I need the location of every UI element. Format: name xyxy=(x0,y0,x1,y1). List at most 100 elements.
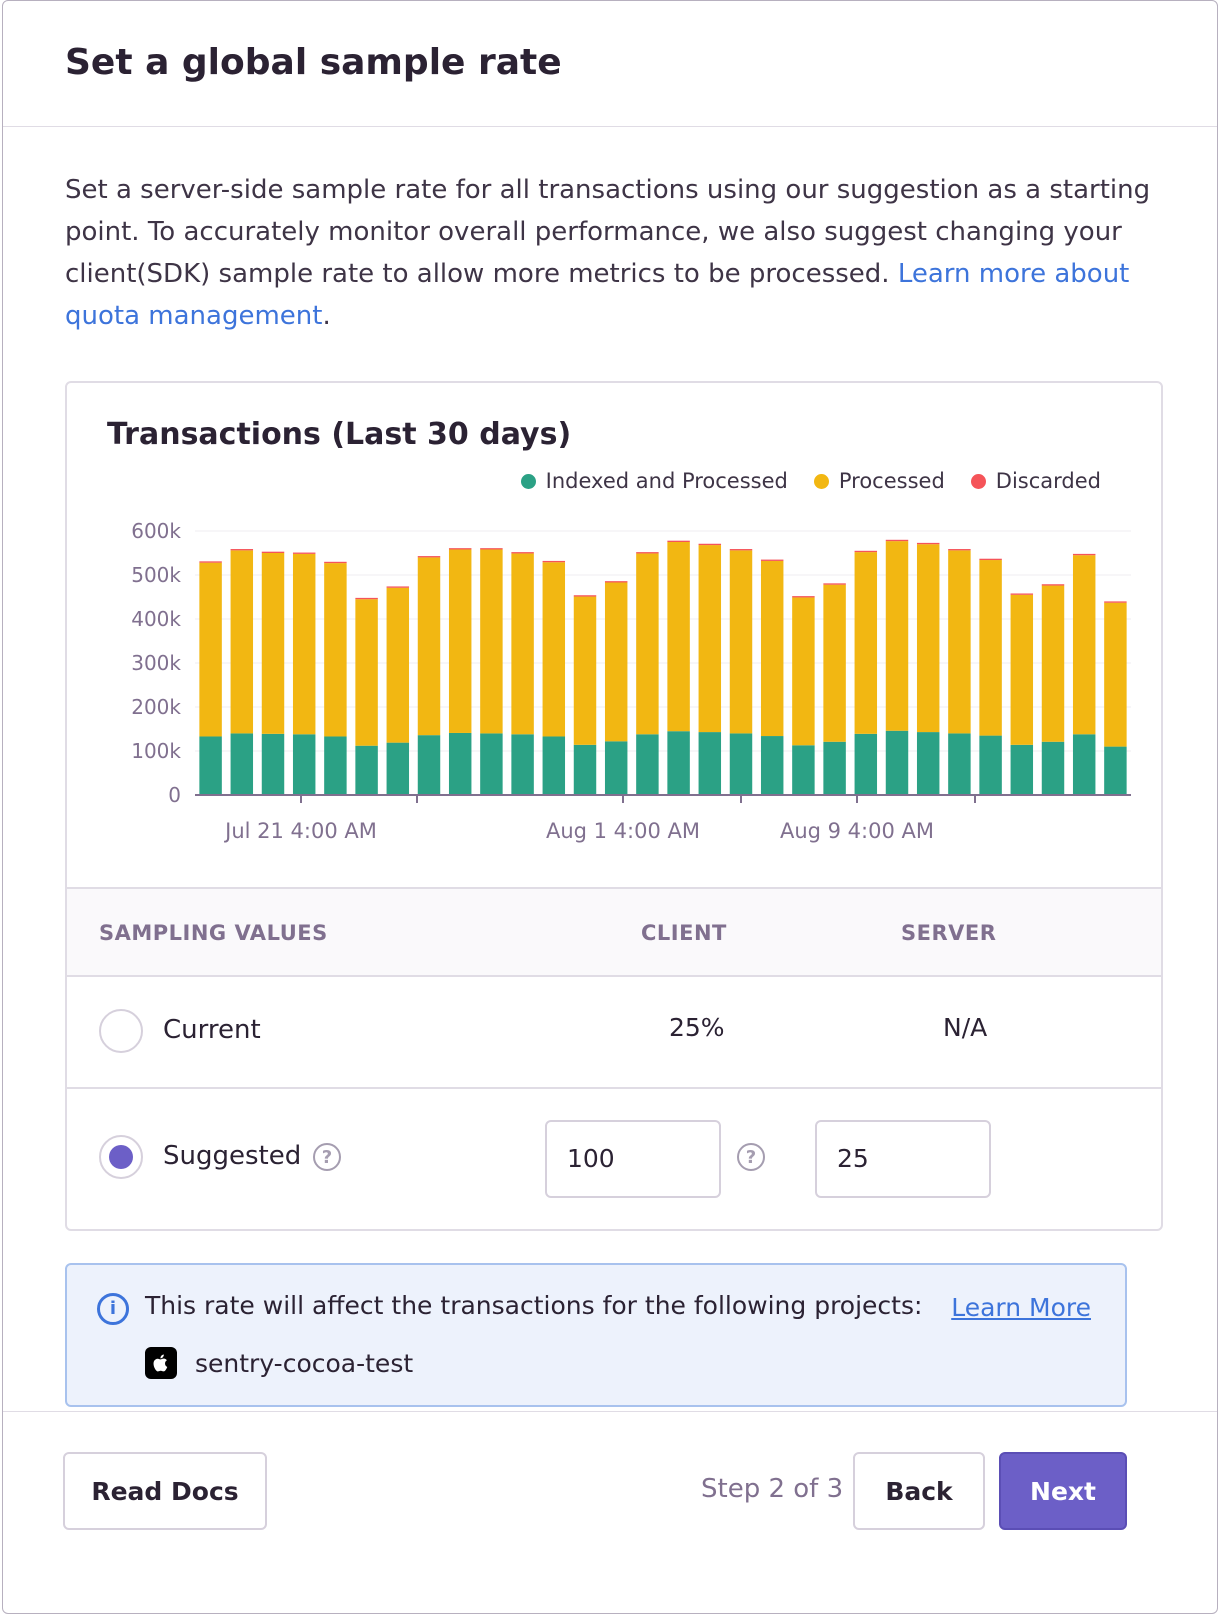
bar-discarded[interactable] xyxy=(511,552,534,554)
bar-indexed-and-processed[interactable] xyxy=(480,733,503,795)
bar-discarded[interactable] xyxy=(261,551,285,553)
bar-processed[interactable] xyxy=(386,587,410,743)
bar-indexed-and-processed[interactable] xyxy=(230,733,254,795)
server-rate-input[interactable]: 25 xyxy=(815,1120,991,1198)
client-help-icon[interactable]: ? xyxy=(737,1143,765,1171)
bar-discarded[interactable] xyxy=(854,550,878,553)
bar-processed[interactable] xyxy=(480,549,503,734)
bar-processed[interactable] xyxy=(292,553,316,735)
bar-processed[interactable] xyxy=(230,550,254,734)
bar-indexed-and-processed[interactable] xyxy=(1072,734,1096,795)
bar-indexed-and-processed[interactable] xyxy=(386,742,410,795)
bar-processed[interactable] xyxy=(199,562,222,737)
bar-indexed-and-processed[interactable] xyxy=(1104,746,1127,795)
bar-processed[interactable] xyxy=(760,560,784,737)
bar-indexed-and-processed[interactable] xyxy=(979,735,1002,795)
bar-processed[interactable] xyxy=(448,549,472,733)
row-suggested[interactable]: Suggested ? 100 ? 25 xyxy=(67,1089,1161,1229)
bar-discarded[interactable] xyxy=(355,597,378,600)
bar-processed[interactable] xyxy=(823,584,846,742)
bar-indexed-and-processed[interactable] xyxy=(199,736,222,795)
bar-discarded[interactable] xyxy=(885,539,909,542)
legend-item-discarded[interactable]: Discarded xyxy=(970,469,1101,493)
suggested-help-icon[interactable]: ? xyxy=(313,1143,341,1171)
bar-discarded[interactable] xyxy=(1041,584,1065,586)
bar-processed[interactable] xyxy=(511,553,534,735)
bar-discarded[interactable] xyxy=(636,552,659,554)
bar-discarded[interactable] xyxy=(667,540,690,542)
bar-discarded[interactable] xyxy=(698,543,722,546)
bar-processed[interactable] xyxy=(667,542,690,732)
legend-item-indexed[interactable]: Indexed and Processed xyxy=(520,469,788,493)
bar-discarded[interactable] xyxy=(448,548,472,550)
bar-indexed-and-processed[interactable] xyxy=(542,736,566,795)
bar-processed[interactable] xyxy=(1104,602,1127,747)
bar-processed[interactable] xyxy=(1072,555,1096,735)
current-radio[interactable] xyxy=(99,1009,143,1053)
bar-discarded[interactable] xyxy=(760,559,784,561)
bar-discarded[interactable] xyxy=(792,596,815,598)
bar-indexed-and-processed[interactable] xyxy=(1041,741,1065,795)
legend-item-processed[interactable]: Processed xyxy=(813,469,945,493)
bar-processed[interactable] xyxy=(542,562,566,737)
bar-processed[interactable] xyxy=(792,597,815,746)
next-button[interactable]: Next xyxy=(999,1452,1127,1530)
bar-processed[interactable] xyxy=(417,557,441,736)
bar-discarded[interactable] xyxy=(916,542,940,545)
bar-processed[interactable] xyxy=(729,550,753,734)
bar-processed[interactable] xyxy=(698,545,722,733)
client-rate-input[interactable]: 100 xyxy=(545,1120,721,1198)
learn-more-link[interactable]: Learn More xyxy=(951,1293,1091,1322)
bar-indexed-and-processed[interactable] xyxy=(885,730,909,795)
read-docs-button[interactable]: Read Docs xyxy=(63,1452,267,1530)
bar-discarded[interactable] xyxy=(386,586,410,588)
bar-discarded[interactable] xyxy=(573,595,597,597)
bar-indexed-and-processed[interactable] xyxy=(854,733,878,795)
bar-indexed-and-processed[interactable] xyxy=(292,734,316,795)
bar-indexed-and-processed[interactable] xyxy=(792,745,815,795)
suggested-radio[interactable] xyxy=(99,1135,143,1179)
back-button[interactable]: Back xyxy=(853,1452,985,1530)
bar-indexed-and-processed[interactable] xyxy=(948,733,971,795)
bar-discarded[interactable] xyxy=(1010,593,1034,595)
bar-discarded[interactable] xyxy=(292,552,316,554)
bar-processed[interactable] xyxy=(604,582,628,742)
bar-processed[interactable] xyxy=(1041,585,1065,742)
bar-processed[interactable] xyxy=(636,553,659,735)
bar-indexed-and-processed[interactable] xyxy=(729,733,753,795)
row-current[interactable]: Current 25% N/A xyxy=(67,977,1161,1089)
bar-discarded[interactable] xyxy=(1072,553,1096,556)
bar-discarded[interactable] xyxy=(823,583,846,585)
bar-processed[interactable] xyxy=(885,541,909,731)
bar-discarded[interactable] xyxy=(979,558,1002,561)
bar-indexed-and-processed[interactable] xyxy=(511,734,534,795)
bar-processed[interactable] xyxy=(324,563,347,737)
bar-discarded[interactable] xyxy=(1104,601,1127,603)
bar-indexed-and-processed[interactable] xyxy=(448,732,472,795)
bar-processed[interactable] xyxy=(355,599,378,746)
bar-processed[interactable] xyxy=(261,553,285,734)
bar-processed[interactable] xyxy=(573,596,597,745)
bar-indexed-and-processed[interactable] xyxy=(324,736,347,795)
bar-indexed-and-processed[interactable] xyxy=(1010,744,1034,795)
bar-indexed-and-processed[interactable] xyxy=(667,731,690,795)
bar-indexed-and-processed[interactable] xyxy=(573,744,597,795)
bar-discarded[interactable] xyxy=(480,548,503,550)
bar-indexed-and-processed[interactable] xyxy=(916,732,940,795)
bar-discarded[interactable] xyxy=(199,561,222,563)
bar-discarded[interactable] xyxy=(542,560,566,563)
bar-indexed-and-processed[interactable] xyxy=(698,732,722,795)
bar-discarded[interactable] xyxy=(324,561,347,564)
bar-indexed-and-processed[interactable] xyxy=(636,734,659,795)
bar-processed[interactable] xyxy=(1010,594,1034,745)
bar-indexed-and-processed[interactable] xyxy=(604,741,628,795)
bar-indexed-and-processed[interactable] xyxy=(823,741,846,795)
bar-discarded[interactable] xyxy=(604,581,628,583)
bar-discarded[interactable] xyxy=(729,549,753,551)
bar-discarded[interactable] xyxy=(417,556,441,558)
bar-indexed-and-processed[interactable] xyxy=(760,736,784,795)
bar-indexed-and-processed[interactable] xyxy=(355,745,378,795)
bar-processed[interactable] xyxy=(854,552,878,734)
bar-processed[interactable] xyxy=(948,550,971,734)
bar-processed[interactable] xyxy=(979,560,1002,736)
